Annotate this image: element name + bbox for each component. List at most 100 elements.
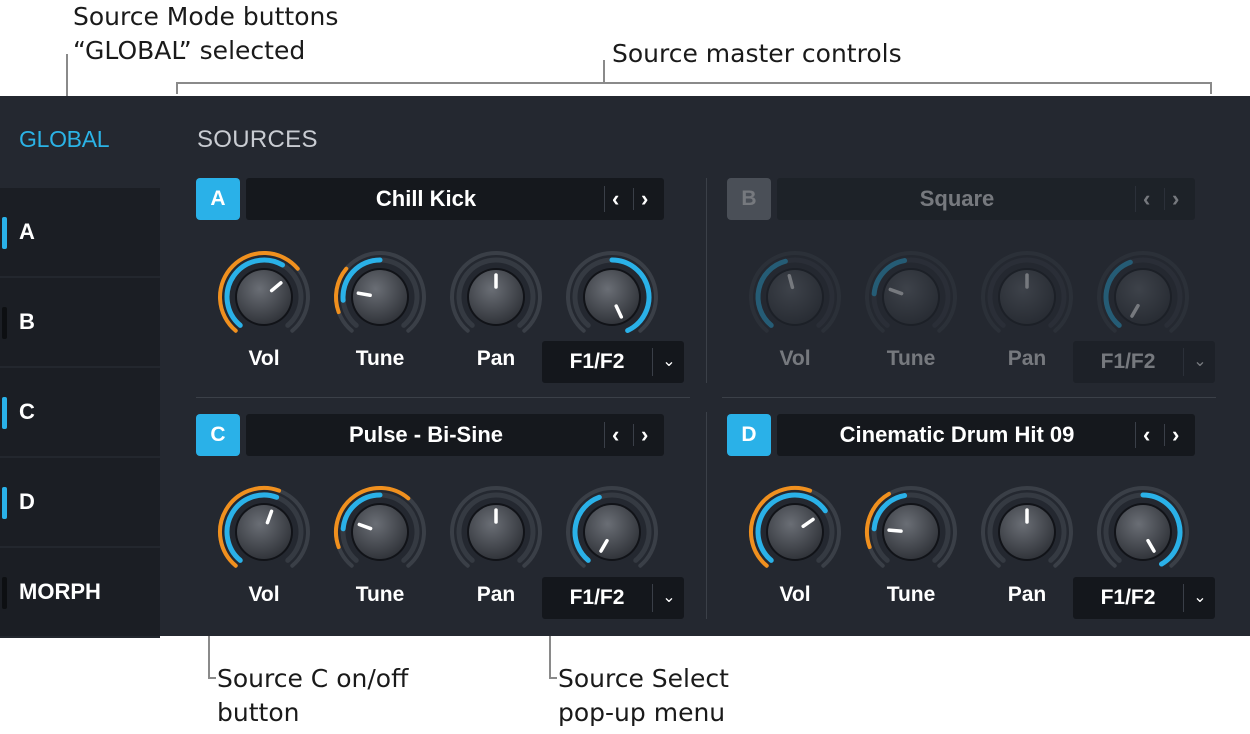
divider-horizontal-right — [722, 397, 1216, 398]
callout-source-mode-line1: Source Mode buttons — [73, 2, 339, 31]
source-name[interactable]: Chill Kick — [246, 178, 606, 220]
source-b-onoff-button[interactable]: B — [727, 178, 771, 220]
callout-bracket-left — [176, 82, 178, 94]
source-mode-indicator — [2, 577, 7, 609]
dropdown-separator — [1183, 348, 1184, 376]
dropdown-separator — [1183, 584, 1184, 612]
vol-knob[interactable] — [214, 247, 314, 347]
tune-label: Tune — [355, 347, 405, 370]
filter-blend-knob[interactable] — [562, 247, 662, 347]
source-mode-label: C — [19, 399, 35, 424]
pan-knob[interactable] — [446, 247, 546, 347]
filter-routing-select[interactable]: F1/F2 ⌄ — [542, 341, 684, 383]
source-a-onoff-button[interactable]: A — [196, 178, 240, 220]
source-nav-arrows: ‹ › — [1135, 178, 1193, 220]
vol-label: Vol — [248, 583, 280, 606]
pan-knob[interactable] — [977, 247, 1077, 347]
callout-source-select-line1: Source Select — [558, 664, 729, 693]
dropdown-separator — [652, 348, 653, 376]
vol-knob[interactable] — [745, 482, 845, 582]
source-mode-label: D — [19, 489, 35, 514]
nav-separator — [1164, 188, 1165, 210]
source-nav-arrows: ‹ › — [1135, 414, 1193, 456]
source-mode-button-a[interactable]: A — [0, 188, 160, 278]
callout-source-c-line2: button — [217, 698, 300, 727]
tune-knob[interactable] — [861, 247, 961, 347]
previous-source-icon[interactable]: ‹ — [612, 178, 619, 220]
divider-vertical-bottom — [706, 412, 707, 619]
nav-separator — [633, 188, 634, 210]
callout-bracket-master — [176, 82, 1212, 84]
callout-source-select: Source Select pop-up menu — [558, 662, 729, 730]
pan-label: Pan — [1007, 347, 1047, 370]
source-mode-indicator — [2, 487, 7, 519]
source-mode-button-b[interactable]: B — [0, 278, 160, 368]
source-select-popup[interactable]: Square ‹ › — [777, 178, 1195, 220]
nav-separator — [633, 424, 634, 446]
next-source-icon[interactable]: › — [1172, 414, 1179, 456]
global-mode-button[interactable]: GLOBAL — [19, 126, 110, 153]
vol-knob[interactable] — [214, 482, 314, 582]
filter-blend-knob[interactable] — [1093, 482, 1193, 582]
callout-leader-source-c-foot — [208, 677, 216, 679]
source-mode-button-d[interactable]: D — [0, 458, 160, 548]
source-name[interactable]: Pulse - Bi-Sine — [246, 414, 606, 456]
callout-source-mode: Source Mode buttons “GLOBAL” selected — [73, 0, 338, 68]
source-name[interactable]: Cinematic Drum Hit 09 — [777, 414, 1137, 456]
tune-knob[interactable] — [330, 247, 430, 347]
chevron-down-icon[interactable]: ⌄ — [656, 341, 682, 383]
previous-source-icon[interactable]: ‹ — [1143, 178, 1150, 220]
chevron-down-icon[interactable]: ⌄ — [656, 577, 682, 619]
source-select-popup[interactable]: Cinematic Drum Hit 09 ‹ › — [777, 414, 1195, 456]
previous-source-icon[interactable]: ‹ — [1143, 414, 1150, 456]
tune-label: Tune — [355, 583, 405, 606]
filter-routing-value: F1/F2 — [569, 586, 625, 609]
pan-knob[interactable] — [977, 482, 1077, 582]
chevron-down-icon[interactable]: ⌄ — [1187, 577, 1213, 619]
tune-knob[interactable] — [861, 482, 961, 582]
callout-master-controls: Source master controls — [612, 39, 902, 68]
tune-knob[interactable] — [330, 482, 430, 582]
next-source-icon[interactable]: › — [1172, 178, 1179, 220]
callout-leader-source-select-foot — [549, 677, 557, 679]
pan-label: Pan — [1007, 583, 1047, 606]
divider-horizontal-left — [196, 397, 690, 398]
vol-label: Vol — [779, 347, 811, 370]
divider-vertical-top — [706, 178, 707, 383]
source-d-onoff-button[interactable]: D — [727, 414, 771, 456]
filter-blend-knob[interactable] — [562, 482, 662, 582]
source-mode-label: A — [19, 219, 35, 244]
filter-routing-value: F1/F2 — [1100, 350, 1156, 373]
pan-knob[interactable] — [446, 482, 546, 582]
tune-label: Tune — [886, 583, 936, 606]
source-select-popup[interactable]: Pulse - Bi-Sine ‹ › — [246, 414, 664, 456]
pan-label: Pan — [476, 583, 516, 606]
filter-routing-value: F1/F2 — [1100, 586, 1156, 609]
source-mode-button-c[interactable]: C — [0, 368, 160, 458]
filter-routing-select[interactable]: F1/F2 ⌄ — [1073, 341, 1215, 383]
chevron-down-icon[interactable]: ⌄ — [1187, 341, 1213, 383]
source-mode-indicator — [2, 307, 7, 339]
source-c-onoff-button[interactable]: C — [196, 414, 240, 456]
vol-knob[interactable] — [745, 247, 845, 347]
source-mode-label: MORPH — [19, 579, 101, 604]
next-source-icon[interactable]: › — [641, 178, 648, 220]
filter-routing-select[interactable]: F1/F2 ⌄ — [1073, 577, 1215, 619]
sources-title: SOURCES — [197, 126, 318, 153]
filter-routing-select[interactable]: F1/F2 ⌄ — [542, 577, 684, 619]
tune-label: Tune — [886, 347, 936, 370]
filter-blend-knob[interactable] — [1093, 247, 1193, 347]
source-name[interactable]: Square — [777, 178, 1137, 220]
vol-label: Vol — [248, 347, 280, 370]
callout-source-mode-line2: “GLOBAL” selected — [73, 36, 306, 65]
source-select-popup[interactable]: Chill Kick ‹ › — [246, 178, 664, 220]
source-mode-button-morph[interactable]: MORPH — [0, 548, 160, 638]
next-source-icon[interactable]: › — [641, 414, 648, 456]
source-nav-arrows: ‹ › — [604, 414, 662, 456]
callout-source-c-line1: Source C on/off — [217, 664, 409, 693]
previous-source-icon[interactable]: ‹ — [612, 414, 619, 456]
callout-bracket-right — [1210, 82, 1212, 94]
source-mode-indicator — [2, 217, 7, 249]
source-mode-indicator — [2, 397, 7, 429]
nav-separator — [604, 422, 605, 448]
